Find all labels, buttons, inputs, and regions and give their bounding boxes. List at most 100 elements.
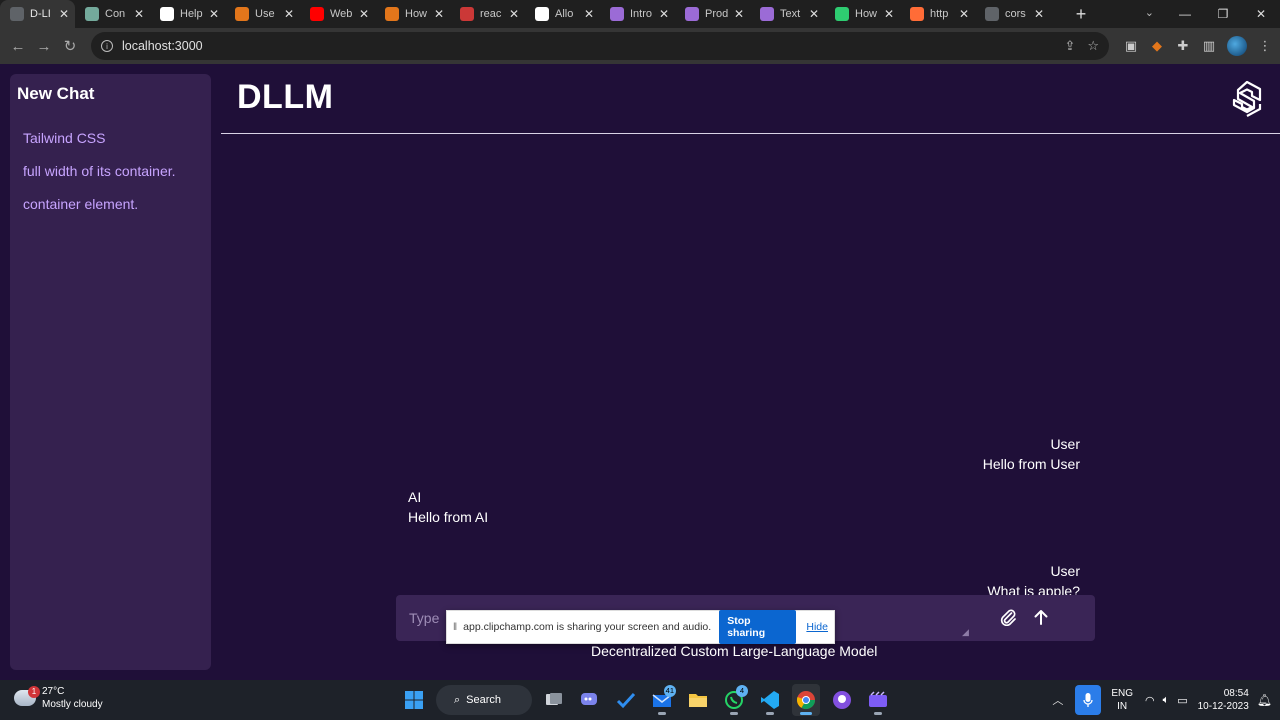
history-item[interactable]: full width of its container.: [17, 155, 204, 188]
puzzle-extensions-icon[interactable]: ✚: [1175, 38, 1191, 54]
tab-close-icon[interactable]: ✕: [809, 7, 819, 21]
globe-icon: [985, 7, 999, 21]
tab-close-icon[interactable]: ✕: [734, 7, 744, 21]
bookmark-star-icon[interactable]: ☆: [1087, 38, 1099, 54]
windows-taskbar: 1 27°C Mostly cloudy ⌕ Search 41 4 ︿ ENG…: [0, 680, 1280, 720]
tab-title: Con: [105, 8, 126, 20]
metamask-icon: [235, 7, 249, 21]
new-tab-button[interactable]: +: [1066, 4, 1096, 25]
speaker-icon: 🔈︎: [1162, 693, 1170, 706]
send-arrow-up-icon[interactable]: [1032, 608, 1050, 626]
taskbar-search[interactable]: ⌕ Search: [436, 685, 532, 715]
tab-close-icon[interactable]: ✕: [509, 7, 519, 21]
metamask-icon[interactable]: ◆: [1149, 38, 1165, 54]
site-info-icon[interactable]: i: [101, 40, 113, 52]
tab-close-icon[interactable]: ✕: [959, 7, 969, 21]
browser-tab[interactable]: Allo ✕: [525, 0, 600, 28]
vscode-icon[interactable]: [756, 684, 784, 716]
tab-title: Help: [180, 8, 203, 20]
system-tray: ︿ ENG IN ◠ 🔈︎ ▭ 08:54 10-12-2023 🔔︎: [1052, 680, 1280, 720]
forward-icon[interactable]: →: [31, 38, 57, 55]
chrome-icon[interactable]: [792, 684, 820, 716]
tab-close-icon[interactable]: ✕: [284, 7, 294, 21]
browser-tab[interactable]: Prod ✕: [675, 0, 750, 28]
resize-grip-icon[interactable]: ◢: [962, 627, 969, 638]
paperclip-icon[interactable]: [999, 608, 1017, 626]
chatgpt-icon: [85, 7, 99, 21]
tab-close-icon[interactable]: ✕: [659, 7, 669, 21]
tab-close-icon[interactable]: ✕: [584, 7, 594, 21]
share-icon[interactable]: ⇪: [1064, 38, 1075, 54]
profile-avatar[interactable]: [1227, 36, 1247, 56]
history-item[interactable]: container element.: [17, 188, 204, 221]
minimize-icon[interactable]: —: [1166, 7, 1204, 21]
whatsapp-icon[interactable]: 4: [720, 684, 748, 716]
whatsapp-badge: 4: [736, 685, 748, 697]
tab-search-chevron-icon[interactable]: ⌄: [1145, 6, 1154, 19]
browser-tab[interactable]: How ✕: [375, 0, 450, 28]
tray-overflow-chevron-icon[interactable]: ︿: [1052, 692, 1063, 708]
tab-title: D-LI: [30, 8, 51, 20]
more-menu-icon[interactable]: ⋮: [1257, 38, 1273, 54]
back-icon[interactable]: ←: [5, 38, 31, 55]
taskbar-apps: ⌕ Search 41 4: [400, 684, 892, 716]
weather-widget[interactable]: 1 27°C Mostly cloudy: [14, 685, 103, 711]
hide-button[interactable]: Hide: [806, 621, 828, 633]
browser-tab[interactable]: Use ✕: [225, 0, 300, 28]
message-list: User Hello from User AI Hello from AI Us…: [398, 434, 1080, 601]
stop-sharing-button[interactable]: Stop sharing: [719, 610, 797, 644]
start-windows-icon[interactable]: [400, 684, 428, 716]
microphone-icon[interactable]: [1075, 685, 1102, 715]
notification-bell-icon[interactable]: 🔔︎: [1257, 693, 1272, 707]
tab-close-icon[interactable]: ✕: [359, 7, 369, 21]
tab-close-icon[interactable]: ✕: [59, 7, 69, 21]
close-window-icon[interactable]: ✕: [1242, 7, 1280, 21]
browser-tab[interactable]: http ✕: [900, 0, 975, 28]
clock[interactable]: 08:54 10-12-2023: [1198, 687, 1249, 713]
tab-close-icon[interactable]: ✕: [209, 7, 219, 21]
language-indicator[interactable]: ENG IN: [1111, 687, 1133, 713]
mail-badge: 41: [663, 685, 676, 697]
history-item[interactable]: Tailwind CSS: [17, 122, 204, 155]
browser-tab[interactable]: Intro ✕: [600, 0, 675, 28]
browser-tab[interactable]: Help ✕: [150, 0, 225, 28]
reload-icon[interactable]: ↻: [57, 37, 83, 55]
browser-tab[interactable]: Web ✕: [300, 0, 375, 28]
address-bar[interactable]: i localhost:3000 ⇪ ☆: [91, 32, 1109, 60]
tab-list: D-LI ✕ Con ✕ Help ✕ Use ✕ Web ✕ How ✕ reac ✕ Allo ✕ Intr…: [0, 0, 1050, 28]
task-view-icon[interactable]: [540, 684, 568, 716]
logo-icon[interactable]: [1230, 80, 1264, 118]
app-header: DLLM: [221, 64, 1280, 134]
teams-chat-icon[interactable]: [576, 684, 604, 716]
footer-tagline: Decentralized Custom Large-Language Mode…: [591, 643, 878, 659]
todo-check-icon[interactable]: [612, 684, 640, 716]
new-chat-button[interactable]: New Chat: [17, 84, 204, 104]
cloud-icon: 1: [14, 686, 40, 706]
chat-sidebar: New Chat Tailwind CSS full width of its …: [10, 74, 211, 670]
clipchamp-icon[interactable]: [864, 684, 892, 716]
tab-close-icon[interactable]: ✕: [134, 7, 144, 21]
browser-tab[interactable]: cors ✕: [975, 0, 1050, 28]
browser-tab[interactable]: How ✕: [825, 0, 900, 28]
tab-close-icon[interactable]: ✕: [1034, 7, 1044, 21]
extension-icon[interactable]: ▣: [1123, 38, 1139, 54]
github-icon: [535, 7, 549, 21]
side-panel-icon[interactable]: ▥: [1201, 38, 1217, 54]
browser-tab[interactable]: D-LI ✕: [0, 0, 75, 28]
tab-title: Use: [255, 8, 275, 20]
maximize-icon[interactable]: ❐: [1204, 7, 1242, 21]
tab-title: cors: [1005, 8, 1026, 20]
weather-temp: 27°C: [42, 686, 65, 697]
tray-status-icons[interactable]: ◠ 🔈︎ ▭: [1145, 694, 1188, 707]
browser-tab[interactable]: Text ✕: [750, 0, 825, 28]
message-sender: AI: [408, 489, 422, 505]
drag-handle-icon[interactable]: ‖: [453, 622, 457, 633]
github-desktop-icon[interactable]: [828, 684, 856, 716]
browser-tab[interactable]: reac ✕: [450, 0, 525, 28]
infinity-icon: [835, 7, 849, 21]
file-explorer-icon[interactable]: [684, 684, 712, 716]
browser-tab[interactable]: Con ✕: [75, 0, 150, 28]
mail-icon[interactable]: 41: [648, 684, 676, 716]
tab-close-icon[interactable]: ✕: [884, 7, 894, 21]
tab-close-icon[interactable]: ✕: [434, 7, 444, 21]
